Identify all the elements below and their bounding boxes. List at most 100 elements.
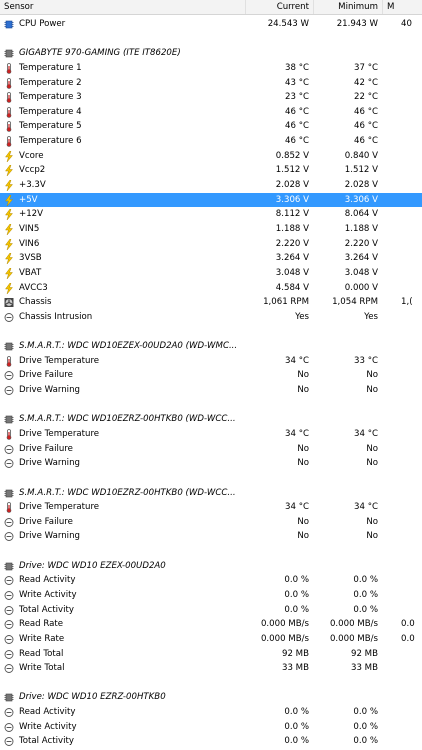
current-value: 0.0 %: [284, 575, 309, 586]
sensor-list: CPU Power 24.543 W 21.943 W 40 GIGABYTE 970-…: [0, 17, 422, 749]
sensor-row-drive-warning[interactable]: Drive Warning No No: [0, 529, 422, 544]
minimum-value: 33 MB: [351, 663, 378, 674]
current-value: 24.543 W: [267, 19, 309, 29]
minimum-value: 37 °C: [354, 62, 378, 73]
minimum-value: 0.0 %: [353, 736, 378, 747]
minimum-value: 46 °C: [354, 121, 378, 132]
sensor-label: Temperature 5: [19, 121, 82, 132]
sensor-row-temperature-4[interactable]: Temperature 4 46 °C 46 °C: [0, 105, 422, 120]
group-header-row[interactable]: S.M.A.R.T.: WDC WD10EZRZ-00HTKB0 (WD-WCC…: [0, 412, 422, 427]
sensor-row-chassis-intrusion[interactable]: Chassis Intrusion Yes Yes: [0, 310, 422, 325]
sensor-row-drive-warning[interactable]: Drive Warning No No: [0, 456, 422, 471]
column-header-current[interactable]: Current: [246, 0, 314, 14]
current-value: 46 °C: [285, 121, 309, 132]
thermometer-icon: [4, 136, 14, 147]
sensor-label: Temperature 3: [19, 92, 82, 103]
sensor-row-12v[interactable]: +12V 8.112 V 8.064 V: [0, 207, 422, 222]
sensor-row-drive-failure[interactable]: Drive Failure No No: [0, 442, 422, 457]
thermometer-icon: [4, 77, 14, 89]
lightning-icon: [4, 165, 14, 177]
sensor-row-chassis[interactable]: Chassis 1,061 RPM 1,054 RPM 1,(: [0, 295, 422, 310]
current-value: 1.188 V: [275, 223, 309, 234]
sensor-row-drive-warning[interactable]: Drive Warning No No: [0, 383, 422, 398]
lightning-icon: [4, 238, 14, 250]
lightning-icon: [4, 150, 14, 162]
minimum-value: 0.000 V: [344, 282, 378, 293]
minimum-value: 0.000 MB/s: [329, 619, 378, 630]
blank-row: [0, 471, 422, 486]
sensor-row-read-activity[interactable]: Read Activity 0.0 % 0.0 %: [0, 573, 422, 588]
column-header-maximum[interactable]: M: [383, 0, 422, 14]
sensor-row-vccp2[interactable]: Vccp2 1.512 V 1.512 V: [0, 163, 422, 178]
circle-minus-icon: [4, 707, 14, 718]
minimum-value: 34 °C: [354, 502, 378, 513]
sensor-row-vin6[interactable]: VIN6 2.220 V 2.220 V: [0, 237, 422, 252]
sensor-row-temperature-1[interactable]: Temperature 1 38 °C 37 °C: [0, 61, 422, 76]
sensor-row-3-3v[interactable]: +3.3V 2.028 V 2.028 V: [0, 178, 422, 193]
chip-icon: [4, 341, 14, 352]
current-value: 33 MB: [282, 663, 309, 674]
current-value: 3.264 V: [275, 253, 309, 264]
sensor-label: Read Total: [19, 648, 64, 659]
sensor-row-read-rate[interactable]: Read Rate 0.000 MB/s 0.000 MB/s 0.0: [0, 617, 422, 632]
current-value: No: [297, 516, 309, 527]
maximum-value: 1,(: [401, 297, 413, 308]
minimum-value: 2.220 V: [344, 238, 378, 249]
sensor-row-drive-failure[interactable]: Drive Failure No No: [0, 515, 422, 530]
chip-icon: [4, 414, 14, 425]
group-header-row[interactable]: Drive: WDC WD10 EZRZ-00HTKB0: [0, 690, 422, 705]
lightning-icon: [4, 223, 14, 235]
sensor-row-drive-temperature[interactable]: Drive Temperature 34 °C 34 °C: [0, 500, 422, 515]
sensor-label: CPU Power: [19, 19, 66, 29]
sensor-row-avcc3[interactable]: AVCC3 4.584 V 0.000 V: [0, 281, 422, 296]
sensor-row-cpu-power[interactable]: CPU Power 24.543 W 21.943 W 40: [0, 17, 422, 32]
group-label: S.M.A.R.T.: WDC WD10EZRZ-00HTKB0 (WD-WCC…: [19, 487, 236, 498]
sensor-label: Drive Warning: [19, 385, 80, 396]
sensor-row-5v[interactable]: +5V 3.306 V 3.306 V: [0, 192, 422, 208]
current-value: 0.0 %: [284, 736, 309, 747]
column-header-minimum[interactable]: Minimum: [314, 0, 383, 14]
group-header-row[interactable]: GIGABYTE 970-GAMING (ITE IT8620E): [0, 46, 422, 61]
sensor-label: Temperature 2: [19, 77, 82, 88]
current-value: 2.220 V: [275, 238, 309, 249]
sensor-row-vcore[interactable]: Vcore 0.852 V 0.840 V: [0, 149, 422, 164]
sensor-row-total-activity[interactable]: Total Activity 0.0 % 0.0 %: [0, 603, 422, 618]
sensor-row-read-activity[interactable]: Read Activity 0.0 % 0.0 %: [0, 705, 422, 720]
sensor-row-vbat[interactable]: VBAT 3.048 V 3.048 V: [0, 266, 422, 281]
sensor-row-write-activity[interactable]: Write Activity 0.0 % 0.0 %: [0, 588, 422, 603]
sensor-label: Write Activity: [19, 721, 77, 732]
sensor-label: Read Rate: [19, 619, 64, 630]
sensor-row-write-total[interactable]: Write Total 33 MB 33 MB: [0, 661, 422, 676]
circle-minus-icon: [4, 722, 14, 733]
sensor-row-temperature-2[interactable]: Temperature 2 43 °C 42 °C: [0, 76, 422, 91]
column-header-sensor[interactable]: Sensor: [0, 0, 246, 14]
group-header-row[interactable]: Drive: WDC WD10 EZEX-00UD2A0: [0, 559, 422, 574]
group-header-row[interactable]: S.M.A.R.T.: WDC WD10EZRZ-00HTKB0 (WD-WCC…: [0, 486, 422, 501]
sensor-row-vin5[interactable]: VIN5 1.188 V 1.188 V: [0, 222, 422, 237]
sensor-label: +12V: [19, 209, 44, 220]
current-value: 0.0 %: [284, 604, 309, 615]
sensor-label: Read Activity: [19, 575, 76, 586]
minimum-value: 0.0 %: [353, 589, 378, 600]
lightning-icon: [4, 180, 14, 192]
sensor-row-temperature-5[interactable]: Temperature 5 46 °C 46 °C: [0, 119, 422, 134]
sensor-row-total-activity[interactable]: Total Activity 0.0 % 0.0 %: [0, 734, 422, 749]
sensor-row-write-activity[interactable]: Write Activity 0.0 % 0.0 %: [0, 720, 422, 735]
group-label: GIGABYTE 970-GAMING (ITE IT8620E): [19, 48, 181, 59]
sensor-label: VIN5: [19, 223, 40, 234]
minimum-value: No: [366, 531, 378, 542]
blank-row: [0, 398, 422, 413]
group-header-row[interactable]: S.M.A.R.T.: WDC WD10EZEX-00UD2A0 (WD-WMC…: [0, 339, 422, 354]
circle-minus-icon: [4, 590, 14, 601]
sensor-row-drive-temperature[interactable]: Drive Temperature 34 °C 33 °C: [0, 354, 422, 369]
minimum-value: 92 MB: [351, 648, 378, 659]
sensor-row-3vsb[interactable]: 3VSB 3.264 V 3.264 V: [0, 251, 422, 266]
sensor-row-read-total[interactable]: Read Total 92 MB 92 MB: [0, 647, 422, 662]
circle-minus-icon: [4, 663, 14, 674]
sensor-row-temperature-6[interactable]: Temperature 6 46 °C 46 °C: [0, 134, 422, 149]
group-label: S.M.A.R.T.: WDC WD10EZRZ-00HTKB0 (WD-WCC…: [19, 414, 236, 425]
sensor-row-write-rate[interactable]: Write Rate 0.000 MB/s 0.000 MB/s 0.0: [0, 632, 422, 647]
sensor-row-drive-temperature[interactable]: Drive Temperature 34 °C 34 °C: [0, 427, 422, 442]
sensor-row-temperature-3[interactable]: Temperature 3 23 °C 22 °C: [0, 90, 422, 105]
sensor-row-drive-failure[interactable]: Drive Failure No No: [0, 368, 422, 383]
